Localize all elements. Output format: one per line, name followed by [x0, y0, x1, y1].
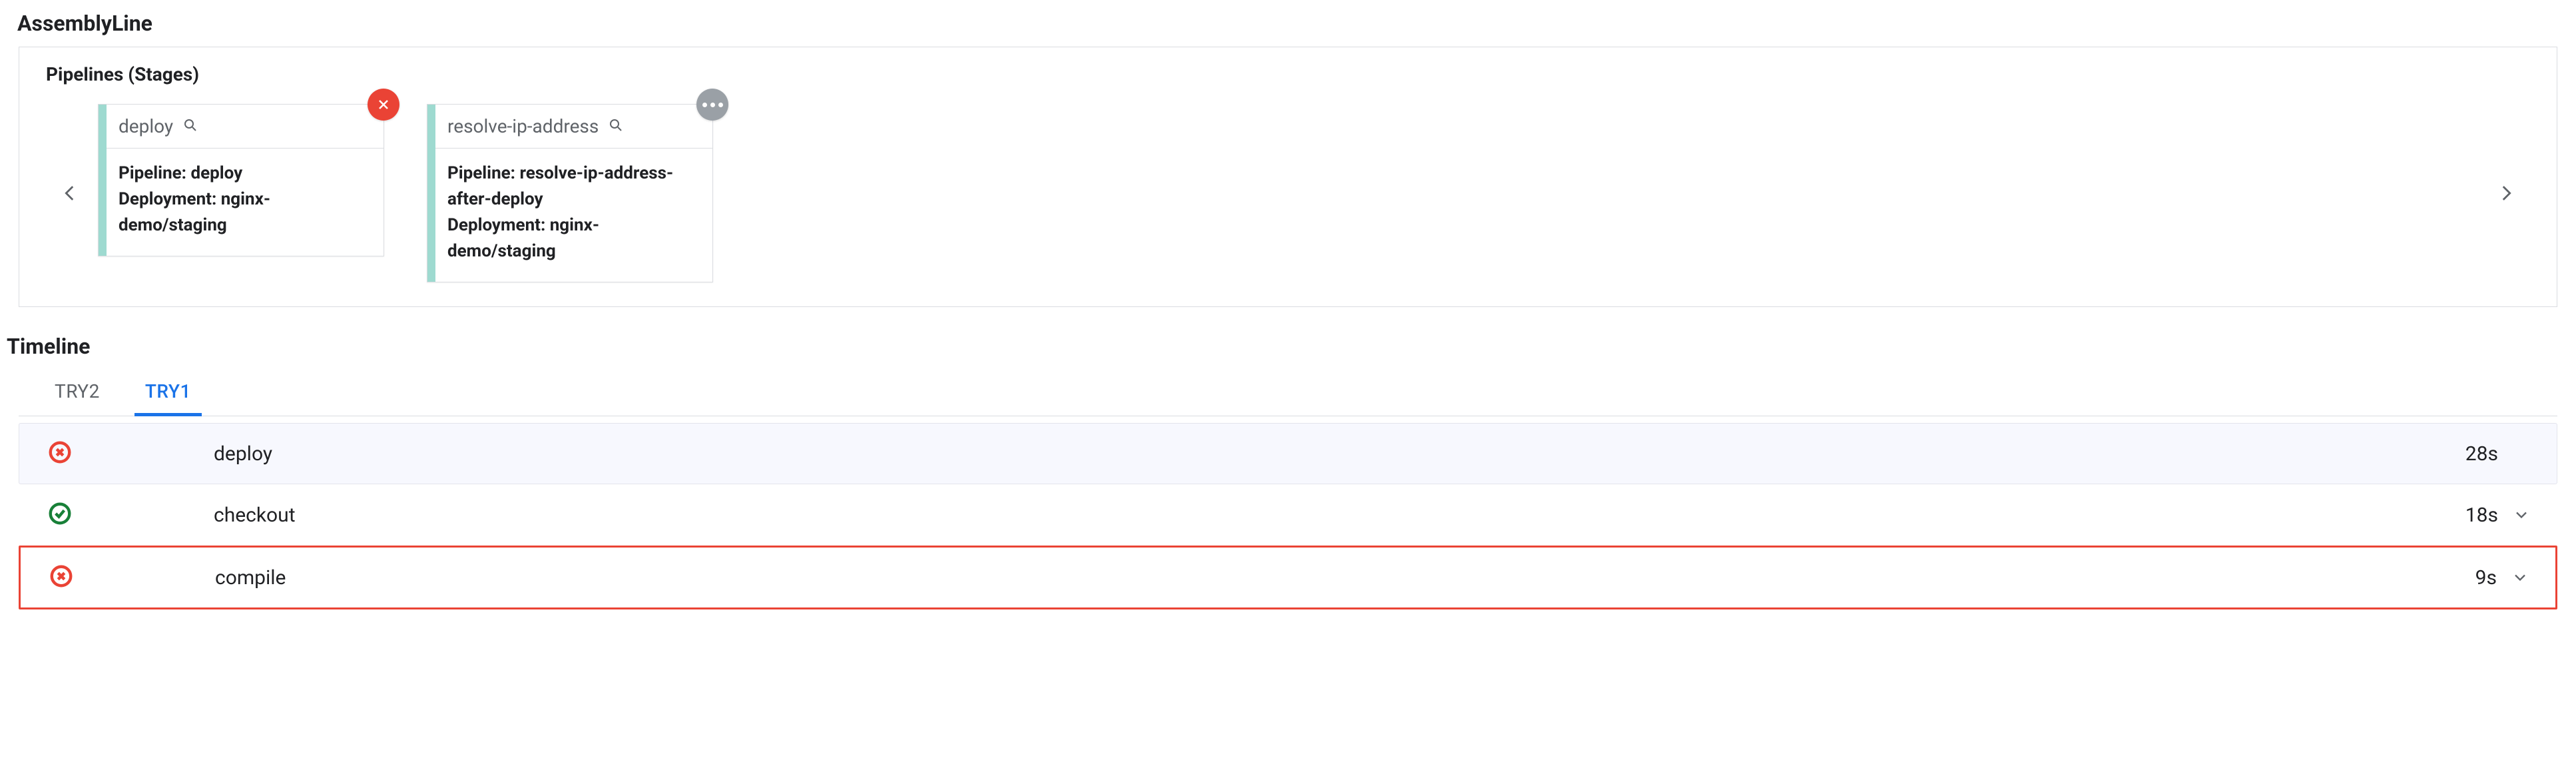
card-status-error-icon[interactable] — [368, 89, 399, 121]
pipeline-card-header: resolve-ip-address — [427, 105, 712, 149]
timeline-steps: deploy 28s checkout 18s — [19, 423, 2557, 609]
chevron-right-icon — [2495, 182, 2517, 204]
carousel-prev-button[interactable] — [53, 150, 87, 236]
pipeline-card-title: resolve-ip-address — [447, 115, 599, 137]
pipeline-card-body: Pipeline: resolve-ip-address-after-deplo… — [427, 149, 712, 282]
step-name: checkout — [214, 504, 2465, 527]
timeline-tabs: TRY2 TRY1 — [19, 371, 2557, 416]
pipeline-card-deploy[interactable]: deploy Pipeline: deploy Deployment: ngin… — [98, 104, 384, 256]
deployment-label: Deployment: — [119, 189, 216, 209]
deployment-label: Deployment: — [447, 215, 545, 235]
status-fail-icon — [49, 564, 74, 591]
step-duration: 18s — [2465, 504, 2498, 527]
chevron-left-icon — [59, 182, 81, 204]
timeline-title: Timeline — [7, 334, 2576, 359]
search-icon[interactable] — [608, 117, 624, 136]
tab-try1[interactable]: TRY1 — [141, 371, 195, 416]
tab-try2[interactable]: TRY2 — [51, 371, 104, 416]
chevron-down-icon — [2511, 568, 2529, 587]
card-side-stripe — [99, 105, 107, 256]
pipeline-cards: deploy Pipeline: deploy Deployment: ngin… — [98, 104, 713, 282]
pipeline-label: Pipeline: — [447, 163, 515, 183]
pipelines-panel-title: Pipelines (Stages) — [46, 63, 2530, 85]
step-duration: 9s — [2475, 566, 2497, 589]
assemblyline-title: AssemblyLine — [17, 11, 2576, 36]
ellipsis-icon — [702, 103, 723, 107]
pipeline-card-resolve-ip[interactable]: resolve-ip-address Pipeline: resolve-ip-… — [427, 104, 713, 282]
status-fail-icon — [47, 440, 73, 468]
pipeline-card-body: Pipeline: deploy Deployment: nginx-demo/… — [99, 149, 384, 256]
pipeline-value: deploy — [190, 163, 242, 183]
step-row-deploy[interactable]: deploy 28s — [19, 423, 2557, 484]
step-row-compile[interactable]: compile 9s — [19, 546, 2557, 609]
step-name: compile — [215, 566, 2475, 589]
pipelines-panel: Pipelines (Stages) deploy — [19, 47, 2557, 307]
card-side-stripe — [427, 105, 435, 282]
pipeline-card-header: deploy — [99, 105, 384, 149]
card-more-menu-button[interactable] — [696, 89, 728, 121]
pipeline-label: Pipeline: — [119, 163, 186, 183]
search-icon[interactable] — [182, 117, 198, 136]
status-pass-icon — [47, 501, 73, 529]
carousel-next-button[interactable] — [2489, 150, 2523, 236]
pipelines-carousel: deploy Pipeline: deploy Deployment: ngin… — [46, 104, 2530, 282]
step-row-checkout[interactable]: checkout 18s — [19, 484, 2557, 546]
step-duration: 28s — [2465, 442, 2498, 466]
chevron-down-icon — [2512, 506, 2531, 524]
step-name: deploy — [214, 442, 2465, 466]
pipeline-card-title: deploy — [119, 115, 173, 137]
